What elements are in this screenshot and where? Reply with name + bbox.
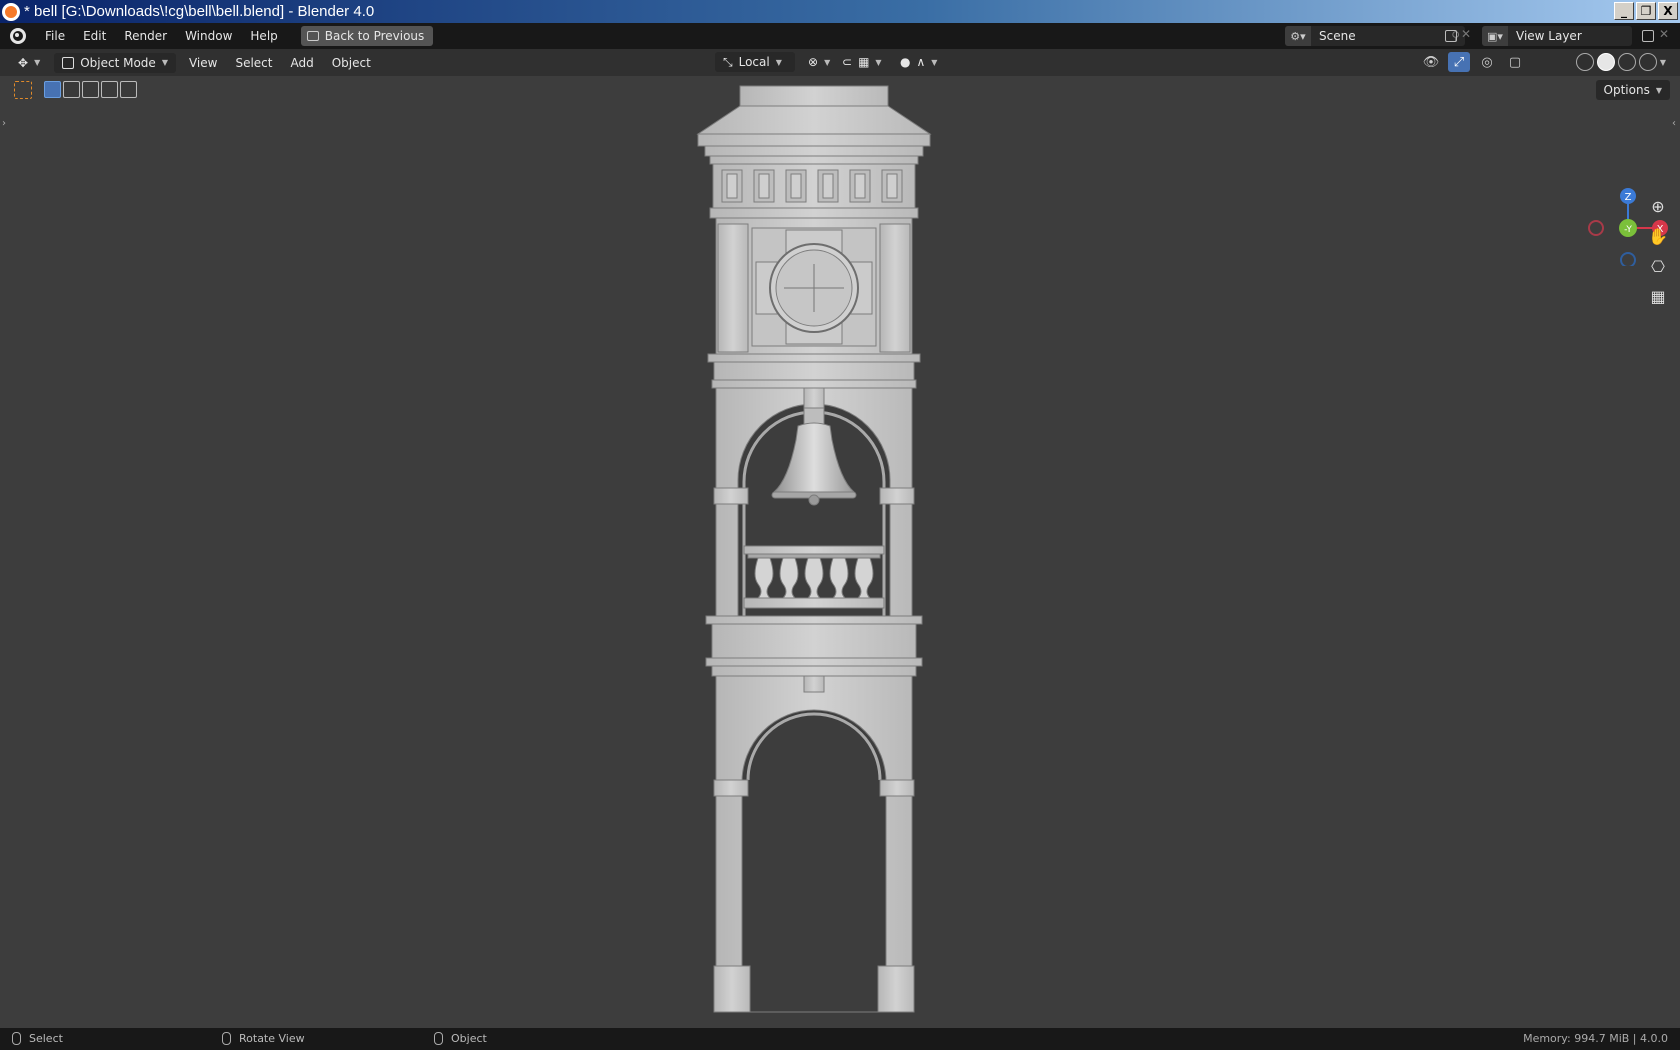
select-new-icon[interactable] bbox=[44, 81, 61, 98]
status-bar: Select Rotate View Object Memory: 994.7 … bbox=[0, 1028, 1680, 1050]
status-rotate: Rotate View bbox=[222, 1032, 305, 1045]
status-object-label: Object bbox=[451, 1032, 487, 1045]
selection-modes bbox=[44, 81, 137, 98]
magnet-icon: ⊂ bbox=[842, 55, 853, 69]
select-intersect-icon[interactable] bbox=[120, 81, 137, 98]
proportional-dot-icon: ● bbox=[900, 55, 911, 69]
object-mode-icon bbox=[62, 56, 75, 69]
view-layer-icon: ▣▾ bbox=[1482, 26, 1508, 46]
menu-window[interactable]: Window bbox=[176, 25, 241, 47]
status-select: Select bbox=[12, 1032, 63, 1045]
falloff-curve-icon: ∧ bbox=[916, 55, 926, 69]
mode-selector[interactable]: Object Mode ▼ bbox=[54, 52, 176, 73]
remove-scene-icon[interactable]: ✕ bbox=[1456, 27, 1476, 41]
chevron-down-icon[interactable]: ▼ bbox=[1660, 58, 1666, 67]
gizmo-neg-z-axis[interactable] bbox=[1620, 252, 1636, 266]
remove-view-layer-icon[interactable]: ✕ bbox=[1654, 27, 1674, 41]
memory-readout: Memory: 994.7 MiB | 4.0.0 bbox=[1523, 1032, 1668, 1045]
mode-label: Object Mode bbox=[80, 55, 156, 70]
chevron-down-icon: ▼ bbox=[824, 57, 831, 67]
proportional-edit-selector[interactable]: ● ∧ ▼ bbox=[892, 52, 945, 72]
select-extend-icon[interactable] bbox=[63, 81, 80, 98]
menu-edit[interactable]: Edit bbox=[74, 25, 115, 47]
status-rotate-label: Rotate View bbox=[239, 1032, 305, 1045]
visibility-eye-icon[interactable]: 👁 bbox=[1420, 52, 1442, 72]
transform-orientation-selector[interactable]: ⤡ Local ▼ bbox=[715, 52, 795, 72]
chevron-down-icon: ▼ bbox=[1655, 85, 1662, 95]
back-to-previous-label: Back to Previous bbox=[324, 29, 425, 43]
select-box-tool-icon[interactable] bbox=[14, 81, 32, 99]
scene-name[interactable]: Scene bbox=[1311, 29, 1446, 43]
3d-viewport[interactable]: Z X -Y ⊕ ✋ ⎔ ▦ › ‹ bbox=[0, 76, 1680, 1028]
top-menu-bar: File Edit Render Window Help Back to Pre… bbox=[0, 23, 1680, 49]
menu-render[interactable]: Render bbox=[115, 25, 176, 47]
menu-select[interactable]: Select bbox=[226, 52, 281, 74]
menu-view[interactable]: View bbox=[180, 52, 226, 74]
back-icon bbox=[306, 31, 319, 41]
minimize-button[interactable]: _ bbox=[1614, 2, 1634, 20]
pivot-icon: ⊗ bbox=[808, 55, 819, 69]
menu-add[interactable]: Add bbox=[281, 52, 322, 74]
status-select-label: Select bbox=[29, 1032, 63, 1045]
back-to-previous-button[interactable]: Back to Previous bbox=[300, 26, 434, 46]
right-mouse-icon bbox=[434, 1032, 443, 1045]
pivot-point-selector[interactable]: ⊗ ▼ bbox=[800, 52, 838, 72]
gizmo-y-label: -Y bbox=[1624, 225, 1632, 235]
menu-file[interactable]: File bbox=[36, 25, 74, 47]
chevron-down-icon: ▼ bbox=[34, 58, 41, 67]
overlay-toggle-icon[interactable]: ◎ bbox=[1476, 52, 1498, 72]
xray-toggle-icon[interactable]: ▢ bbox=[1504, 52, 1526, 72]
pan-hand-icon[interactable]: ✋ bbox=[1645, 223, 1671, 249]
view-layer-selector[interactable]: ▣▾ View Layer bbox=[1482, 26, 1632, 46]
viewport-header: ✥ ▼ Object Mode ▼ View Select Add Object … bbox=[0, 49, 1680, 76]
gizmo-toggle-icon[interactable]: ⤢ bbox=[1448, 52, 1470, 72]
restore-button[interactable]: ❐ bbox=[1636, 2, 1656, 20]
snap-grid-icon: ▦ bbox=[858, 55, 870, 69]
orientation-icon: ⤡ bbox=[723, 54, 733, 69]
middle-mouse-icon bbox=[222, 1032, 231, 1045]
window-controls: _ ❐ X bbox=[1614, 2, 1678, 20]
menu-object[interactable]: Object bbox=[323, 52, 380, 74]
window-title-bar: * bell [G:\Downloads\!cg\bell\bell.blend… bbox=[0, 0, 1680, 23]
view-layer-name[interactable]: View Layer bbox=[1508, 29, 1632, 43]
chevron-down-icon: ▼ bbox=[161, 58, 168, 67]
menu-help[interactable]: Help bbox=[241, 25, 286, 47]
status-object: Object bbox=[434, 1032, 487, 1045]
left-mouse-icon bbox=[12, 1032, 21, 1045]
bell-tower-model bbox=[696, 85, 932, 1013]
blender-app-icon bbox=[2, 2, 20, 21]
camera-view-icon[interactable]: ⎔ bbox=[1645, 253, 1671, 279]
ortho-grid-icon[interactable]: ▦ bbox=[1645, 283, 1671, 309]
chevron-down-icon: ▼ bbox=[875, 57, 882, 67]
viewport-editor-icon: ✥ bbox=[18, 55, 29, 70]
blender-logo-icon[interactable] bbox=[10, 28, 26, 44]
rendered-shading-icon[interactable] bbox=[1638, 53, 1657, 71]
window-title: * bell [G:\Downloads\!cg\bell\bell.blend… bbox=[24, 3, 375, 20]
options-dropdown[interactable]: Options ▼ bbox=[1595, 80, 1670, 100]
snap-selector[interactable]: ⊂ ▦ ▼ bbox=[834, 52, 890, 72]
shading-modes: ▼ bbox=[1575, 53, 1666, 71]
tool-settings-row: Options ▼ bbox=[0, 76, 1680, 102]
solid-shading-icon[interactable] bbox=[1596, 53, 1615, 71]
material-shading-icon[interactable] bbox=[1617, 53, 1636, 71]
chevron-down-icon: ▼ bbox=[931, 57, 938, 67]
left-panel-toggle-icon[interactable]: › bbox=[2, 118, 6, 129]
options-label: Options bbox=[1603, 83, 1650, 97]
close-button[interactable]: X bbox=[1658, 2, 1678, 20]
scene-icon: ⚙▾ bbox=[1285, 26, 1311, 46]
scene-selector[interactable]: ⚙▾ Scene ⚲ bbox=[1285, 26, 1465, 46]
right-panel-toggle-icon[interactable]: ‹ bbox=[1672, 118, 1676, 129]
select-invert-icon[interactable] bbox=[101, 81, 118, 98]
new-view-layer-icon[interactable] bbox=[1642, 30, 1654, 42]
gizmo-z-label: Z bbox=[1625, 192, 1632, 203]
select-subtract-icon[interactable] bbox=[82, 81, 99, 98]
visibility-controls: 👁 ⤢ ◎ ▢ bbox=[1420, 52, 1526, 72]
orientation-label: Local bbox=[738, 55, 770, 69]
wireframe-shading-icon[interactable] bbox=[1575, 53, 1594, 71]
editor-type-selector[interactable]: ✥ ▼ bbox=[10, 53, 48, 73]
zoom-icon[interactable]: ⊕ bbox=[1645, 193, 1671, 219]
gizmo-neg-x-axis[interactable] bbox=[1588, 220, 1604, 236]
chevron-down-icon: ▼ bbox=[775, 57, 782, 67]
